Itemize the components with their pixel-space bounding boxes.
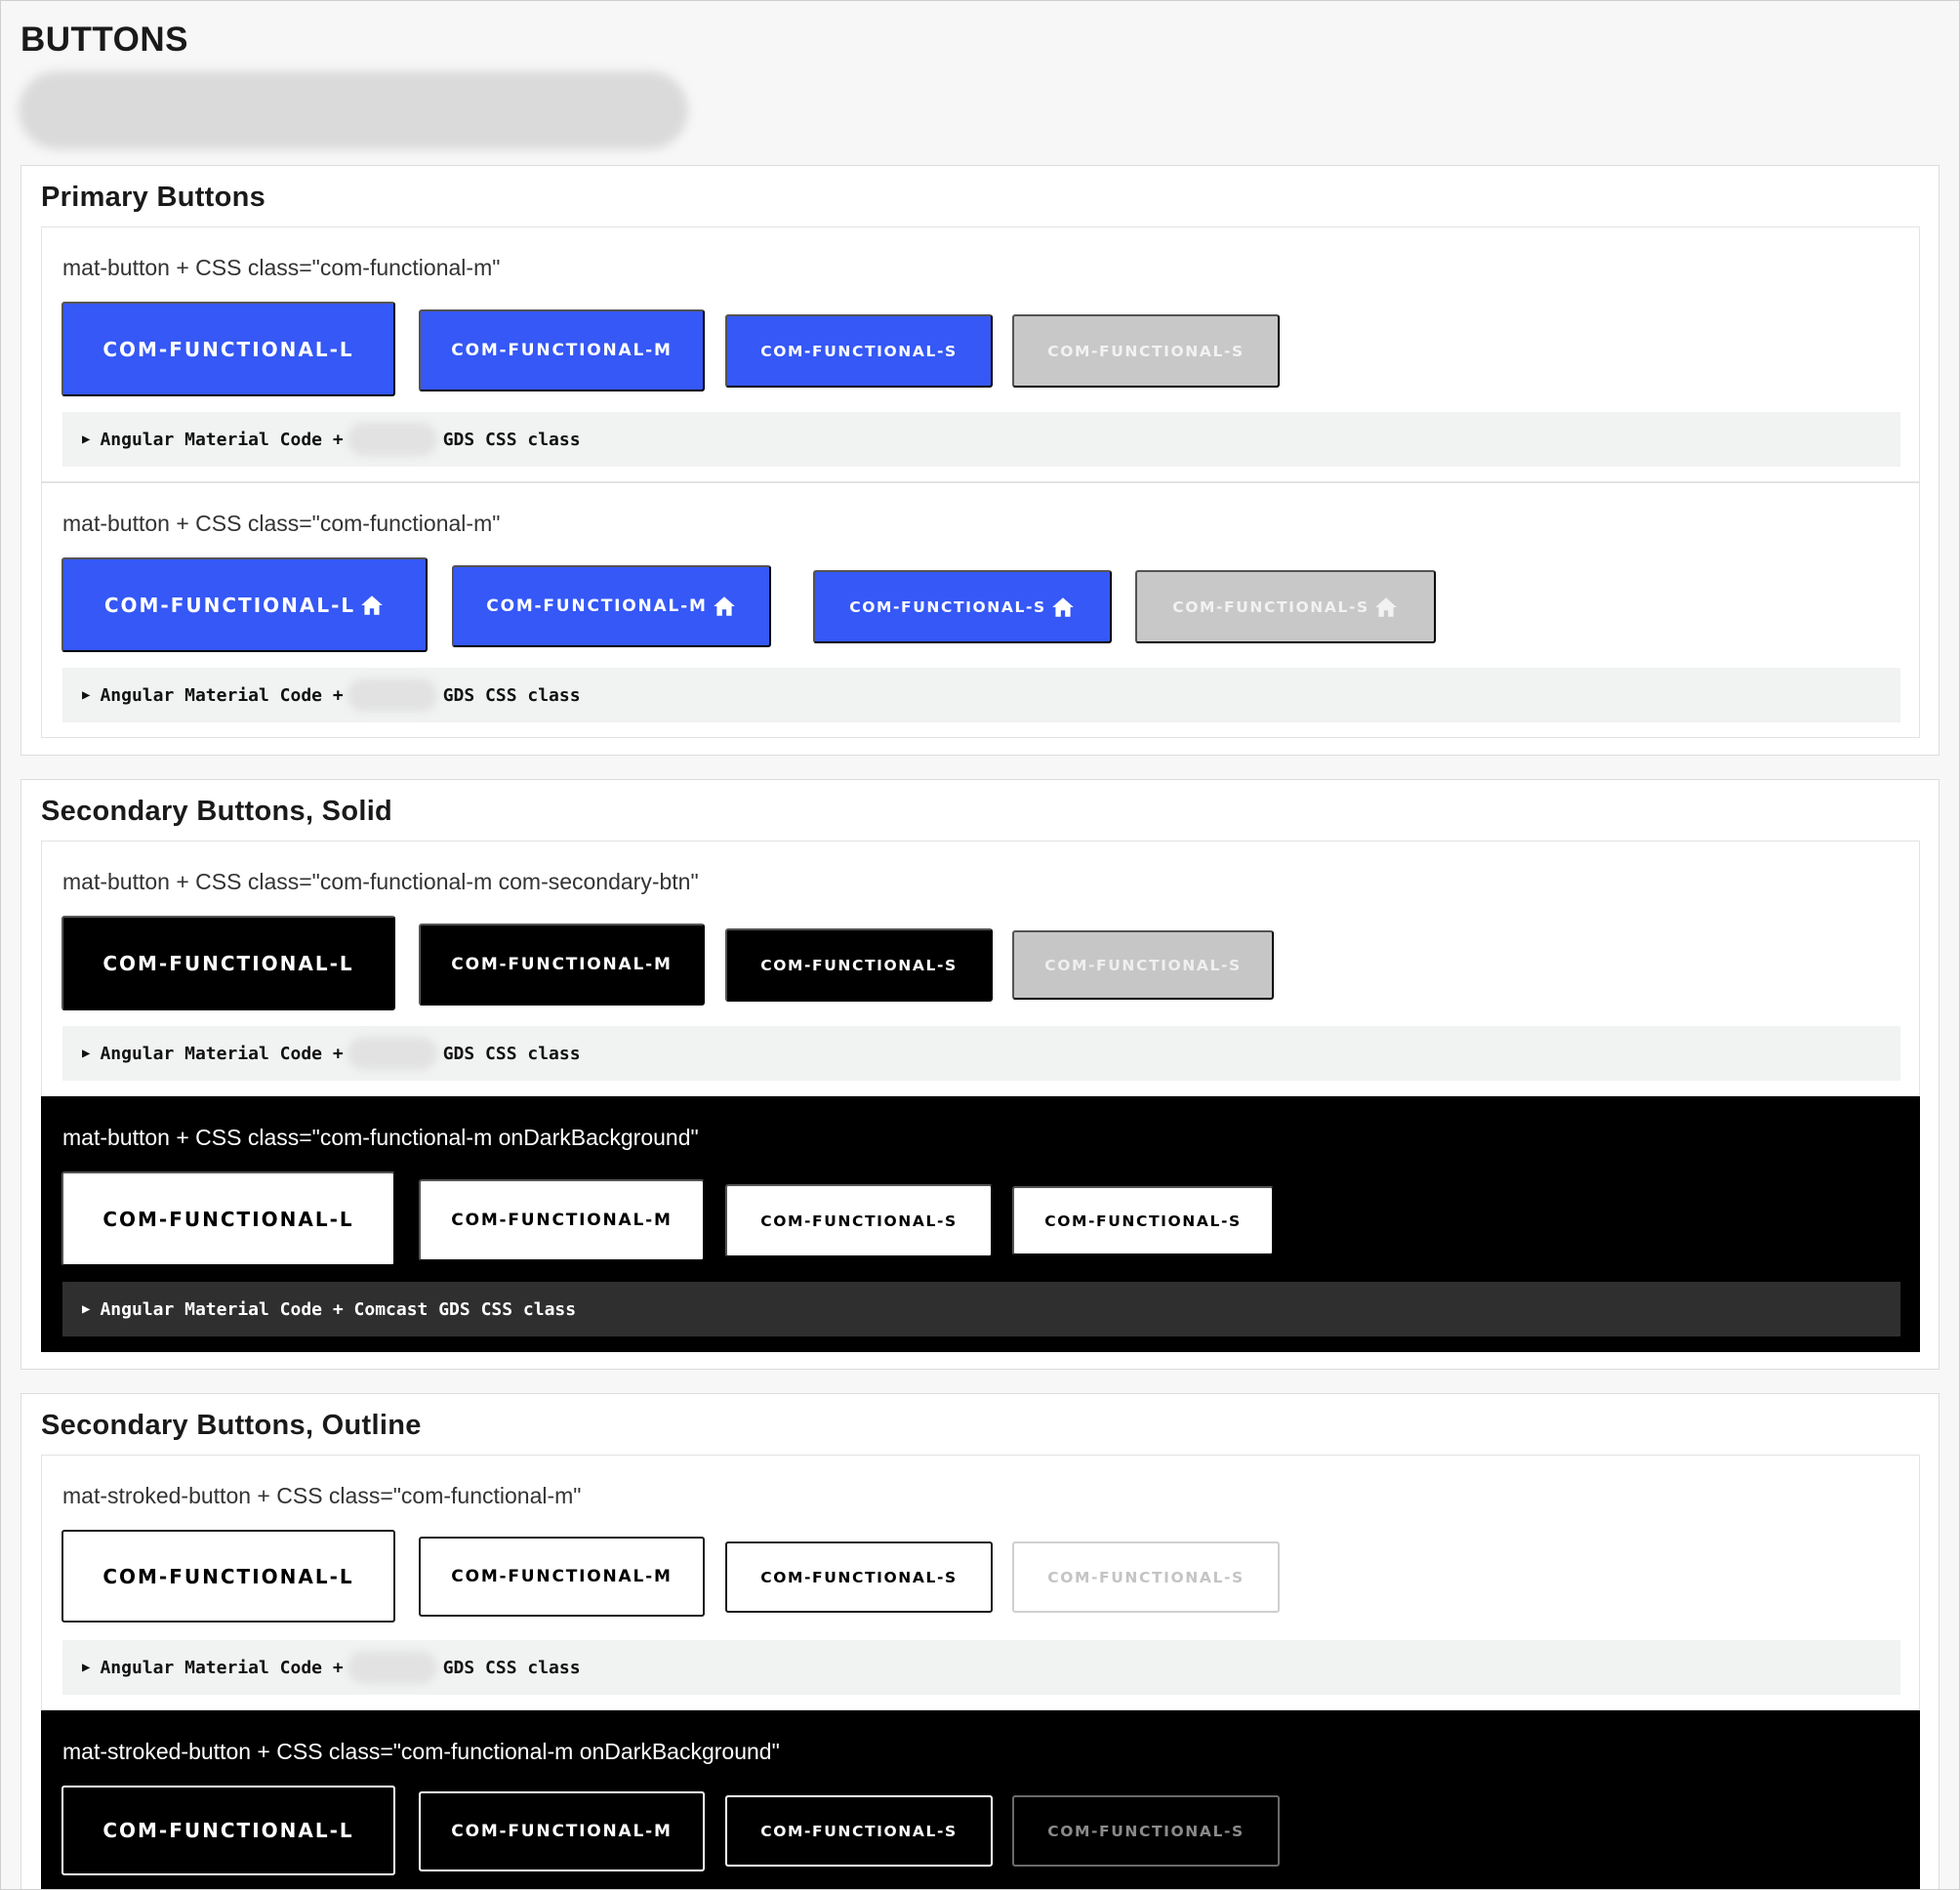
demo-primary-icon: mat-button + CSS class="com-functional-m…	[41, 482, 1920, 738]
buttons-page: BUTTONS Primary Buttons mat-button + CSS…	[0, 0, 1960, 1890]
outline-dark-button-large[interactable]: COM-FUNCTIONAL-L	[61, 1786, 395, 1875]
outline-button-large[interactable]: COM-FUNCTIONAL-L	[61, 1530, 395, 1623]
secondary-button-small-disabled[interactable]: COM-FUNCTIONAL-S	[1012, 930, 1274, 1000]
expand-triangle-icon: ▶	[82, 1660, 91, 1675]
code-summary-prefix: Angular Material Code +	[100, 1043, 344, 1064]
outline-button-medium[interactable]: COM-FUNCTIONAL-M	[419, 1537, 705, 1617]
code-summary-suffix: GDS CSS class	[442, 1043, 581, 1064]
button-label: COM-FUNCTIONAL-L	[103, 593, 356, 617]
code-summary-suffix: GDS CSS class	[442, 1657, 581, 1678]
outline-button-small[interactable]: COM-FUNCTIONAL-S	[725, 1541, 993, 1613]
secondary-dark-button-medium[interactable]: COM-FUNCTIONAL-M	[419, 1179, 705, 1261]
section-title: Secondary Buttons, Solid	[41, 796, 393, 827]
home-icon	[1373, 595, 1399, 620]
outline-dark-button-small-disabled[interactable]: COM-FUNCTIONAL-S	[1012, 1795, 1280, 1867]
demo-label: mat-button + CSS class="com-functional-m…	[62, 869, 699, 894]
code-summary-toggle[interactable]: ▶ Angular Material Code + GDS CSS class	[62, 1640, 1900, 1695]
expand-triangle-icon: ▶	[82, 687, 91, 703]
demo-secondary-outline: mat-stroked-button + CSS class="com-func…	[41, 1455, 1920, 1710]
demo-label: mat-stroked-button + CSS class="com-func…	[62, 1483, 582, 1508]
outline-dark-button-medium[interactable]: COM-FUNCTIONAL-M	[419, 1791, 705, 1871]
expand-triangle-icon: ▶	[82, 431, 91, 447]
primary-button-large[interactable]: COM-FUNCTIONAL-L	[61, 302, 395, 396]
demo-label: mat-stroked-button + CSS class="com-func…	[62, 1739, 780, 1764]
expand-triangle-icon: ▶	[82, 1046, 91, 1061]
section-title: Secondary Buttons, Outline	[41, 1410, 422, 1441]
code-summary-toggle[interactable]: ▶ Angular Material Code + GDS CSS class	[62, 668, 1900, 722]
home-icon	[712, 594, 737, 619]
home-icon	[1050, 595, 1076, 620]
demo-label: mat-button + CSS class="com-functional-m…	[62, 511, 501, 536]
page-title: BUTTONS	[20, 21, 189, 59]
primary-icon-button-small[interactable]: COM-FUNCTIONAL-S	[813, 570, 1112, 643]
outline-dark-button-small[interactable]: COM-FUNCTIONAL-S	[725, 1795, 993, 1867]
secondary-button-small[interactable]: COM-FUNCTIONAL-S	[725, 928, 993, 1002]
home-icon	[359, 593, 385, 618]
secondary-dark-button-small[interactable]: COM-FUNCTIONAL-S	[725, 1184, 993, 1257]
redacted-content	[19, 71, 688, 149]
demo-label: mat-button + CSS class="com-functional-m…	[62, 1125, 699, 1150]
primary-button-small[interactable]: COM-FUNCTIONAL-S	[725, 314, 993, 388]
demo-secondary-solid-dark: mat-button + CSS class="com-functional-m…	[41, 1096, 1920, 1352]
redacted-chip	[347, 423, 437, 456]
redacted-chip	[347, 678, 437, 712]
demo-secondary-solid: mat-button + CSS class="com-functional-m…	[41, 841, 1920, 1096]
code-summary-toggle[interactable]: ▶ Angular Material Code + GDS CSS class	[62, 1026, 1900, 1081]
button-label: COM-FUNCTIONAL-M	[486, 596, 708, 616]
primary-icon-button-small-disabled[interactable]: COM-FUNCTIONAL-S	[1135, 570, 1436, 643]
secondary-dark-button-large[interactable]: COM-FUNCTIONAL-L	[61, 1171, 395, 1266]
demo-label: mat-button + CSS class="com-functional-m…	[62, 255, 501, 280]
outline-button-small-disabled[interactable]: COM-FUNCTIONAL-S	[1012, 1541, 1280, 1613]
section-secondary-solid: Secondary Buttons, Solid mat-button + CS…	[20, 779, 1940, 1370]
expand-triangle-icon: ▶	[82, 1301, 91, 1317]
section-primary-buttons: Primary Buttons mat-button + CSS class="…	[20, 165, 1940, 756]
button-label: COM-FUNCTIONAL-S	[1172, 597, 1369, 616]
primary-icon-button-large[interactable]: COM-FUNCTIONAL-L	[61, 557, 428, 652]
code-summary-suffix: GDS CSS class	[442, 684, 581, 706]
button-label: COM-FUNCTIONAL-S	[849, 597, 1046, 616]
demo-primary-text: mat-button + CSS class="com-functional-m…	[41, 226, 1920, 482]
code-summary-toggle[interactable]: ▶ Angular Material Code + GDS CSS class	[62, 412, 1900, 467]
secondary-button-medium[interactable]: COM-FUNCTIONAL-M	[419, 924, 705, 1006]
primary-icon-button-medium[interactable]: COM-FUNCTIONAL-M	[452, 565, 771, 647]
code-summary-prefix: Angular Material Code +	[100, 1657, 344, 1678]
redacted-chip	[347, 1651, 437, 1684]
code-summary-text: Angular Material Code + Comcast GDS CSS …	[100, 1298, 577, 1320]
code-summary-toggle[interactable]: ▶ Angular Material Code + Comcast GDS CS…	[62, 1282, 1900, 1336]
section-title: Primary Buttons	[41, 182, 266, 213]
code-summary-suffix: GDS CSS class	[442, 429, 581, 450]
secondary-dark-button-small-2[interactable]: COM-FUNCTIONAL-S	[1012, 1186, 1274, 1255]
code-summary-prefix: Angular Material Code +	[100, 684, 344, 706]
redacted-chip	[347, 1037, 437, 1070]
section-secondary-outline: Secondary Buttons, Outline mat-stroked-b…	[20, 1393, 1940, 1889]
primary-button-medium[interactable]: COM-FUNCTIONAL-M	[419, 309, 705, 391]
primary-button-small-disabled[interactable]: COM-FUNCTIONAL-S	[1012, 314, 1280, 388]
secondary-button-large[interactable]: COM-FUNCTIONAL-L	[61, 916, 395, 1010]
demo-secondary-outline-dark: mat-stroked-button + CSS class="com-func…	[41, 1710, 1920, 1889]
code-summary-prefix: Angular Material Code +	[100, 429, 344, 450]
